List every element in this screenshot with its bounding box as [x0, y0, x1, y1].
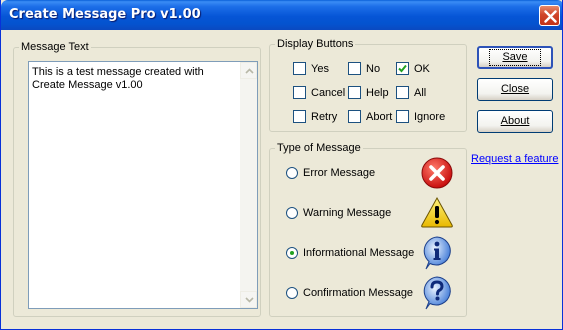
- warning-message-radio[interactable]: Warning Message: [286, 207, 391, 219]
- ignore-checkbox-box[interactable]: [396, 110, 409, 123]
- all-checkbox-box[interactable]: [396, 86, 409, 99]
- cancel-label: Cancel: [311, 86, 346, 99]
- message-text-label: Message Text: [19, 41, 91, 53]
- checkmark-icon: [398, 64, 407, 73]
- close-icon: [544, 10, 557, 23]
- all-label: All: [414, 86, 427, 99]
- close-button[interactable]: Close: [477, 78, 553, 101]
- about-label: About: [500, 115, 530, 127]
- display-buttons-label: Display Buttons: [275, 38, 356, 50]
- scroll-up-button[interactable]: [240, 62, 257, 79]
- cancel-checkbox[interactable]: Cancel: [293, 86, 345, 99]
- ignore-label: Ignore: [414, 110, 446, 123]
- all-checkbox[interactable]: All: [396, 86, 426, 99]
- about-button[interactable]: About: [477, 110, 553, 133]
- close-window-button[interactable]: [539, 5, 560, 26]
- confirmation-radio-button[interactable]: [286, 287, 298, 299]
- error-message-radio[interactable]: Error Message: [286, 167, 375, 179]
- retry-label: Retry: [311, 110, 338, 123]
- no-label: No: [366, 62, 381, 75]
- info-icon: [423, 236, 451, 270]
- error-message-label: Error Message: [303, 167, 376, 179]
- informational-radio-button[interactable]: [286, 247, 298, 259]
- vertical-scrollbar[interactable]: [240, 62, 257, 308]
- cancel-checkbox-box[interactable]: [293, 86, 306, 99]
- window-title: Create Message Pro v1.00: [9, 7, 201, 22]
- abort-checkbox-box[interactable]: [348, 110, 361, 123]
- warning-radio-button[interactable]: [286, 207, 298, 219]
- error-icon: [421, 157, 453, 189]
- message-text-area[interactable]: This is a test message created with Crea…: [28, 61, 258, 309]
- informational-message-radio[interactable]: Informational Message: [286, 247, 414, 259]
- chevron-up-icon: [245, 68, 254, 74]
- request-feature-link[interactable]: Request a feature: [471, 153, 558, 165]
- save-label: Save: [489, 49, 541, 66]
- help-checkbox[interactable]: Help: [348, 86, 389, 99]
- error-radio-button[interactable]: [286, 167, 298, 179]
- ok-label: OK: [414, 62, 430, 75]
- confirmation-message-radio[interactable]: Confirmation Message: [286, 287, 413, 299]
- ok-checkbox-box[interactable]: [396, 62, 409, 75]
- informational-message-label: Informational Message: [303, 247, 415, 259]
- abort-checkbox[interactable]: Abort: [348, 110, 392, 123]
- confirmation-message-label: Confirmation Message: [303, 287, 414, 299]
- message-type-label: Type of Message: [275, 142, 363, 154]
- question-icon: [423, 276, 451, 310]
- warning-message-label: Warning Message: [303, 207, 392, 219]
- ok-checkbox[interactable]: OK: [396, 62, 430, 75]
- yes-checkbox[interactable]: Yes: [293, 62, 329, 75]
- save-button[interactable]: Save: [477, 46, 553, 69]
- message-text-value: This is a test message created with Crea…: [32, 66, 204, 91]
- no-checkbox[interactable]: No: [348, 62, 380, 75]
- close-label: Close: [500, 83, 530, 95]
- ignore-checkbox[interactable]: Ignore: [396, 110, 445, 123]
- dialog-window: Create Message Pro v1.00 Message Text Th…: [0, 0, 563, 330]
- yes-checkbox-box[interactable]: [293, 62, 306, 75]
- scroll-down-button[interactable]: [240, 291, 257, 308]
- retry-checkbox[interactable]: Retry: [293, 110, 337, 123]
- abort-label: Abort: [366, 110, 393, 123]
- yes-label: Yes: [311, 62, 329, 75]
- help-label: Help: [366, 86, 389, 99]
- title-bar[interactable]: Create Message Pro v1.00: [1, 0, 562, 30]
- help-checkbox-box[interactable]: [348, 86, 361, 99]
- retry-checkbox-box[interactable]: [293, 110, 306, 123]
- chevron-down-icon: [245, 297, 254, 303]
- no-checkbox-box[interactable]: [348, 62, 361, 75]
- warning-icon: [421, 196, 453, 228]
